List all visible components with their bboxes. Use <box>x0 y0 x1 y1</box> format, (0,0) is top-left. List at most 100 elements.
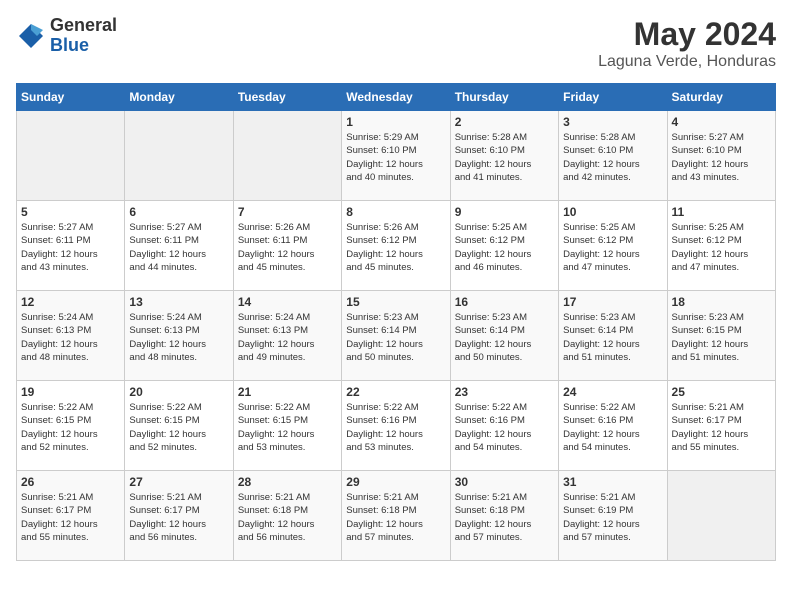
calendar-cell: 23 Sunrise: 5:22 AM Sunset: 6:16 PM Dayli… <box>450 381 558 471</box>
day-number: 15 <box>346 295 445 309</box>
calendar-cell: 30 Sunrise: 5:21 AM Sunset: 6:18 PM Dayli… <box>450 471 558 561</box>
day-number: 16 <box>455 295 554 309</box>
day-info: Sunrise: 5:23 AM Sunset: 6:14 PM Dayligh… <box>563 311 662 364</box>
day-info: Sunrise: 5:23 AM Sunset: 6:14 PM Dayligh… <box>455 311 554 364</box>
calendar-cell <box>125 111 233 201</box>
day-number: 28 <box>238 475 337 489</box>
calendar-cell: 3 Sunrise: 5:28 AM Sunset: 6:10 PM Daylig… <box>559 111 667 201</box>
day-number: 18 <box>672 295 771 309</box>
day-info: Sunrise: 5:25 AM Sunset: 6:12 PM Dayligh… <box>563 221 662 274</box>
day-number: 27 <box>129 475 228 489</box>
day-number: 10 <box>563 205 662 219</box>
day-number: 21 <box>238 385 337 399</box>
day-info: Sunrise: 5:22 AM Sunset: 6:16 PM Dayligh… <box>346 401 445 454</box>
calendar-cell: 21 Sunrise: 5:22 AM Sunset: 6:15 PM Dayli… <box>233 381 341 471</box>
day-number: 30 <box>455 475 554 489</box>
calendar-cell: 2Sunrise: 5:28 AM Sunset: 6:10 PM Daylig… <box>450 111 558 201</box>
day-info: Sunrise: 5:21 AM Sunset: 6:18 PM Dayligh… <box>238 491 337 544</box>
header-wednesday: Wednesday <box>342 84 450 111</box>
day-number: 13 <box>129 295 228 309</box>
day-info: Sunrise: 5:25 AM Sunset: 6:12 PM Dayligh… <box>672 221 771 274</box>
calendar-cell: 1Sunrise: 5:29 AM Sunset: 6:10 PM Daylig… <box>342 111 450 201</box>
day-number: 19 <box>21 385 120 399</box>
days-of-week-row: Sunday Monday Tuesday Wednesday Thursday… <box>17 84 776 111</box>
calendar-cell: 17Sunrise: 5:23 AM Sunset: 6:14 PM Dayli… <box>559 291 667 381</box>
day-number: 12 <box>21 295 120 309</box>
calendar-cell: 15 Sunrise: 5:23 AM Sunset: 6:14 PM Dayli… <box>342 291 450 381</box>
day-number: 8 <box>346 205 445 219</box>
day-info: Sunrise: 5:24 AM Sunset: 6:13 PM Dayligh… <box>129 311 228 364</box>
day-number: 26 <box>21 475 120 489</box>
header-tuesday: Tuesday <box>233 84 341 111</box>
calendar-cell: 7Sunrise: 5:26 AM Sunset: 6:11 PM Daylig… <box>233 201 341 291</box>
header-saturday: Saturday <box>667 84 775 111</box>
day-info: Sunrise: 5:23 AM Sunset: 6:15 PM Dayligh… <box>672 311 771 364</box>
calendar-cell: 18 Sunrise: 5:23 AM Sunset: 6:15 PM Dayli… <box>667 291 775 381</box>
day-number: 23 <box>455 385 554 399</box>
day-info: Sunrise: 5:21 AM Sunset: 6:17 PM Dayligh… <box>672 401 771 454</box>
calendar-cell: 31Sunrise: 5:21 AM Sunset: 6:19 PM Dayli… <box>559 471 667 561</box>
day-info: Sunrise: 5:21 AM Sunset: 6:18 PM Dayligh… <box>455 491 554 544</box>
calendar-cell: 5 Sunrise: 5:27 AM Sunset: 6:11 PM Daylig… <box>17 201 125 291</box>
day-number: 25 <box>672 385 771 399</box>
calendar-week-row: 12 Sunrise: 5:24 AM Sunset: 6:13 PM Dayli… <box>17 291 776 381</box>
day-number: 2 <box>455 115 554 129</box>
day-number: 5 <box>21 205 120 219</box>
day-number: 31 <box>563 475 662 489</box>
day-number: 11 <box>672 205 771 219</box>
calendar-cell: 8 Sunrise: 5:26 AM Sunset: 6:12 PM Daylig… <box>342 201 450 291</box>
logo-icon <box>16 21 46 51</box>
day-number: 29 <box>346 475 445 489</box>
day-info: Sunrise: 5:26 AM Sunset: 6:12 PM Dayligh… <box>346 221 445 274</box>
calendar-cell: 14Sunrise: 5:24 AM Sunset: 6:13 PM Dayli… <box>233 291 341 381</box>
day-info: Sunrise: 5:28 AM Sunset: 6:10 PM Dayligh… <box>563 131 662 184</box>
calendar-body: 1Sunrise: 5:29 AM Sunset: 6:10 PM Daylig… <box>17 111 776 561</box>
calendar-cell: 28 Sunrise: 5:21 AM Sunset: 6:18 PM Dayli… <box>233 471 341 561</box>
day-info: Sunrise: 5:21 AM Sunset: 6:17 PM Dayligh… <box>129 491 228 544</box>
day-number: 4 <box>672 115 771 129</box>
calendar-cell: 26 Sunrise: 5:21 AM Sunset: 6:17 PM Dayli… <box>17 471 125 561</box>
calendar-cell: 10 Sunrise: 5:25 AM Sunset: 6:12 PM Dayli… <box>559 201 667 291</box>
calendar-week-row: 1Sunrise: 5:29 AM Sunset: 6:10 PM Daylig… <box>17 111 776 201</box>
day-info: Sunrise: 5:22 AM Sunset: 6:16 PM Dayligh… <box>455 401 554 454</box>
calendar-cell: 24 Sunrise: 5:22 AM Sunset: 6:16 PM Dayli… <box>559 381 667 471</box>
header-sunday: Sunday <box>17 84 125 111</box>
day-info: Sunrise: 5:27 AM Sunset: 6:11 PM Dayligh… <box>21 221 120 274</box>
calendar-cell: 25 Sunrise: 5:21 AM Sunset: 6:17 PM Dayli… <box>667 381 775 471</box>
day-info: Sunrise: 5:23 AM Sunset: 6:14 PM Dayligh… <box>346 311 445 364</box>
calendar-cell: 4 Sunrise: 5:27 AM Sunset: 6:10 PM Daylig… <box>667 111 775 201</box>
calendar-table: Sunday Monday Tuesday Wednesday Thursday… <box>16 83 776 561</box>
day-number: 9 <box>455 205 554 219</box>
day-number: 6 <box>129 205 228 219</box>
calendar-cell: 20Sunrise: 5:22 AM Sunset: 6:15 PM Dayli… <box>125 381 233 471</box>
calendar-cell: 9Sunrise: 5:25 AM Sunset: 6:12 PM Daylig… <box>450 201 558 291</box>
calendar-week-row: 5 Sunrise: 5:27 AM Sunset: 6:11 PM Daylig… <box>17 201 776 291</box>
calendar-header: Sunday Monday Tuesday Wednesday Thursday… <box>17 84 776 111</box>
day-info: Sunrise: 5:22 AM Sunset: 6:16 PM Dayligh… <box>563 401 662 454</box>
title-block: May 2024 Laguna Verde, Honduras <box>598 16 776 71</box>
day-info: Sunrise: 5:24 AM Sunset: 6:13 PM Dayligh… <box>238 311 337 364</box>
calendar-week-row: 26 Sunrise: 5:21 AM Sunset: 6:17 PM Dayli… <box>17 471 776 561</box>
header-thursday: Thursday <box>450 84 558 111</box>
day-info: Sunrise: 5:21 AM Sunset: 6:17 PM Dayligh… <box>21 491 120 544</box>
day-number: 22 <box>346 385 445 399</box>
header-friday: Friday <box>559 84 667 111</box>
calendar-cell: 13 Sunrise: 5:24 AM Sunset: 6:13 PM Dayli… <box>125 291 233 381</box>
calendar-cell <box>667 471 775 561</box>
day-info: Sunrise: 5:27 AM Sunset: 6:10 PM Dayligh… <box>672 131 771 184</box>
day-info: Sunrise: 5:21 AM Sunset: 6:18 PM Dayligh… <box>346 491 445 544</box>
calendar-week-row: 19 Sunrise: 5:22 AM Sunset: 6:15 PM Dayli… <box>17 381 776 471</box>
day-info: Sunrise: 5:22 AM Sunset: 6:15 PM Dayligh… <box>238 401 337 454</box>
day-info: Sunrise: 5:22 AM Sunset: 6:15 PM Dayligh… <box>21 401 120 454</box>
day-info: Sunrise: 5:26 AM Sunset: 6:11 PM Dayligh… <box>238 221 337 274</box>
day-info: Sunrise: 5:22 AM Sunset: 6:15 PM Dayligh… <box>129 401 228 454</box>
calendar-cell: 19 Sunrise: 5:22 AM Sunset: 6:15 PM Dayli… <box>17 381 125 471</box>
location-subtitle: Laguna Verde, Honduras <box>598 53 776 71</box>
day-number: 24 <box>563 385 662 399</box>
calendar-cell: 29 Sunrise: 5:21 AM Sunset: 6:18 PM Dayli… <box>342 471 450 561</box>
day-info: Sunrise: 5:24 AM Sunset: 6:13 PM Dayligh… <box>21 311 120 364</box>
day-number: 3 <box>563 115 662 129</box>
logo-general: General <box>50 16 117 36</box>
calendar-cell: 22 Sunrise: 5:22 AM Sunset: 6:16 PM Dayli… <box>342 381 450 471</box>
logo-text: GeneralBlue <box>50 16 117 56</box>
